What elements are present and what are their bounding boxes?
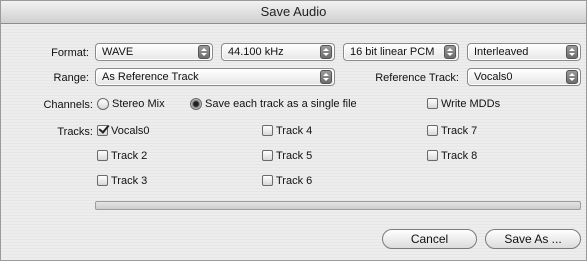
checkbox-indicator	[427, 98, 438, 109]
save-audio-dialog: Save Audio Format: WAVE 44.100 kHz 16 bi…	[0, 0, 587, 261]
file-type-popup[interactable]: WAVE	[95, 43, 213, 61]
track-checkbox-track-4[interactable]: Track 4	[262, 123, 352, 139]
single-file-per-track-radio[interactable]: Save each track as a single file	[190, 96, 370, 112]
track-checkbox-track-5[interactable]: Track 5	[262, 148, 352, 164]
range-label: Range:	[53, 72, 89, 84]
track-label: Track 5	[276, 150, 313, 162]
reference-track-popup[interactable]: Vocals0	[467, 68, 581, 86]
track-checkbox-track-3[interactable]: Track 3	[97, 173, 187, 189]
popup-arrows-icon	[320, 45, 332, 59]
range-value: As Reference Track	[102, 71, 199, 83]
checkbox-indicator	[427, 150, 438, 161]
track-label: Track 3	[111, 175, 148, 187]
sample-rate-popup[interactable]: 44.100 kHz	[221, 43, 335, 61]
radio-indicator	[190, 98, 202, 110]
save-as-button[interactable]: Save As ...	[485, 229, 581, 249]
checkbox-indicator	[97, 175, 108, 186]
track-label: Track 7	[441, 125, 478, 137]
reference-track-label: Reference Track:	[375, 72, 459, 84]
cancel-button[interactable]: Cancel	[382, 229, 477, 249]
popup-arrows-icon	[198, 45, 210, 59]
track-label: Track 2	[111, 150, 148, 162]
track-checkbox-track-7[interactable]: Track 7	[427, 123, 517, 139]
popup-arrows-icon	[444, 45, 456, 59]
checkbox-indicator	[262, 175, 273, 186]
radio-indicator	[97, 98, 109, 110]
track-checkbox-track-8[interactable]: Track 8	[427, 148, 517, 164]
track-checkbox-track-6[interactable]: Track 6	[262, 173, 352, 189]
bit-depth-popup[interactable]: 16 bit linear PCM	[343, 43, 459, 61]
channel-layout-popup[interactable]: Interleaved	[467, 43, 581, 61]
single-file-per-track-label: Save each track as a single file	[205, 98, 357, 110]
format-label: Format:	[51, 47, 89, 59]
popup-arrows-icon	[566, 70, 578, 84]
track-label: Track 6	[276, 175, 313, 187]
checkbox-indicator	[427, 125, 438, 136]
progress-bar	[95, 201, 581, 210]
window-title: Save Audio	[1, 1, 586, 24]
track-checkbox-track-2[interactable]: Track 2	[97, 148, 187, 164]
write-mdds-label: Write MDDs	[441, 98, 501, 110]
tracks-label: Tracks:	[57, 126, 93, 138]
channels-label: Channels:	[43, 99, 93, 111]
checkbox-indicator	[97, 150, 108, 161]
checkbox-indicator	[262, 125, 273, 136]
checkbox-indicator	[97, 125, 108, 136]
track-label: Vocals0	[111, 125, 150, 137]
bit-depth-value: 16 bit linear PCM	[350, 46, 435, 58]
reference-track-value: Vocals0	[474, 71, 513, 83]
channel-layout-value: Interleaved	[474, 46, 529, 58]
track-label: Track 4	[276, 125, 313, 137]
popup-arrows-icon	[566, 45, 578, 59]
checkbox-indicator	[262, 150, 273, 161]
track-label: Track 8	[441, 150, 478, 162]
stereo-mix-label: Stereo Mix	[112, 98, 165, 110]
range-popup[interactable]: As Reference Track	[95, 68, 335, 86]
popup-arrows-icon	[320, 70, 332, 84]
stereo-mix-radio[interactable]: Stereo Mix	[97, 96, 177, 112]
file-type-value: WAVE	[102, 46, 134, 58]
track-checkbox-vocals0[interactable]: Vocals0	[97, 123, 187, 139]
write-mdds-checkbox[interactable]: Write MDDs	[427, 96, 517, 112]
sample-rate-value: 44.100 kHz	[228, 46, 284, 58]
